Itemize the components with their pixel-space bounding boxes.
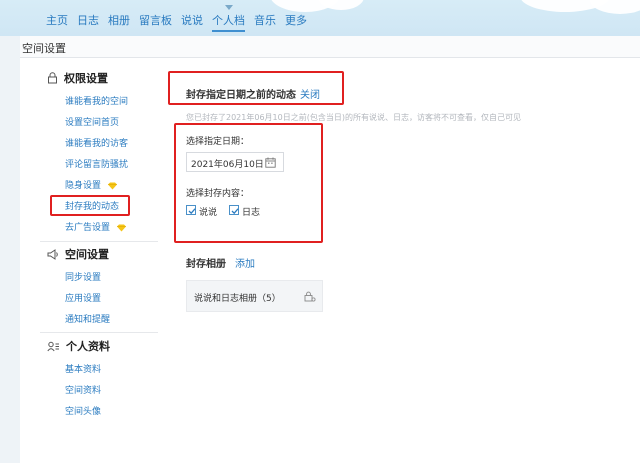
person-card-icon — [47, 341, 59, 351]
lock-icon — [48, 72, 57, 84]
page-title: 空间设置 — [22, 42, 66, 55]
nav-photos[interactable]: 相册 — [108, 12, 130, 28]
sidebar-group-space-settings: 空间设置 — [47, 246, 109, 262]
add-album-link[interactable]: 添加 — [235, 255, 255, 270]
sidebar-item-basic-info[interactable]: 基本资料 — [65, 362, 101, 375]
nav-profile[interactable]: 个人档 — [212, 12, 245, 32]
archive-description: 您已封存了2021年06月10日之前(包含当日)的所有说说、日志，访客将不可查看… — [186, 113, 521, 122]
sidebar-item-apps[interactable]: 应用设置 — [65, 291, 101, 304]
nav-shuoshuo[interactable]: 说说 — [181, 12, 203, 28]
sidebar-group-title: 个人资料 — [66, 340, 110, 353]
nav-music[interactable]: 音乐 — [254, 12, 276, 28]
nav-blog[interactable]: 日志 — [77, 12, 99, 28]
sidebar-divider — [40, 332, 158, 333]
page-header: 空间设置 — [20, 36, 640, 58]
sidebar-item-label: 去广告设置 — [65, 223, 111, 233]
sidebar-item-space-info[interactable]: 空间资料 — [65, 383, 101, 396]
sidebar-group-profile: 个人资料 — [47, 338, 110, 354]
album-lock-icon — [304, 291, 316, 302]
sidebar-item-visitor-visibility[interactable]: 谁能看我的访客 — [65, 136, 128, 149]
vip-diamond-icon — [108, 182, 118, 189]
top-navigation: 主页 日志 相册 留言板 说说 个人档 音乐 更多 — [0, 0, 640, 36]
highlight-box-options — [174, 123, 323, 243]
sidebar-item-who-can-view[interactable]: 谁能看我的空间 — [65, 94, 128, 107]
sidebar-item-remove-ads[interactable]: 去广告设置 — [65, 220, 127, 233]
album-name: 说说和日志相册（5） — [194, 294, 281, 304]
archive-album-title: 封存相册 — [186, 259, 226, 270]
sidebar-group-title: 权限设置 — [64, 72, 108, 85]
sidebar-divider — [40, 241, 158, 242]
nav-more[interactable]: 更多 — [285, 12, 307, 28]
sidebar-item-notifications[interactable]: 通知和提醒 — [65, 312, 110, 325]
highlight-box-title — [168, 71, 344, 105]
sidebar-item-anti-harassment[interactable]: 评论留言防骚扰 — [65, 157, 128, 170]
sidebar-group-permissions: 权限设置 — [47, 70, 108, 86]
sidebar-group-title: 空间设置 — [65, 248, 109, 261]
sidebar-item-label: 隐身设置 — [65, 181, 102, 191]
cloud-decoration — [590, 0, 640, 14]
sidebar-item-invisible[interactable]: 隐身设置 — [65, 178, 118, 191]
nav-guestbook[interactable]: 留言板 — [139, 12, 172, 28]
archived-album-item[interactable]: 说说和日志相册（5） — [186, 280, 323, 312]
megaphone-icon — [47, 248, 58, 260]
highlight-box-sidebar — [50, 195, 130, 216]
sidebar-item-space-avatar[interactable]: 空间头像 — [65, 404, 101, 417]
sidebar-item-homepage-setting[interactable]: 设置空间首页 — [65, 115, 119, 128]
nav-home[interactable]: 主页 — [46, 12, 68, 28]
vip-diamond-icon — [117, 224, 127, 231]
sidebar-item-sync[interactable]: 同步设置 — [65, 270, 101, 283]
